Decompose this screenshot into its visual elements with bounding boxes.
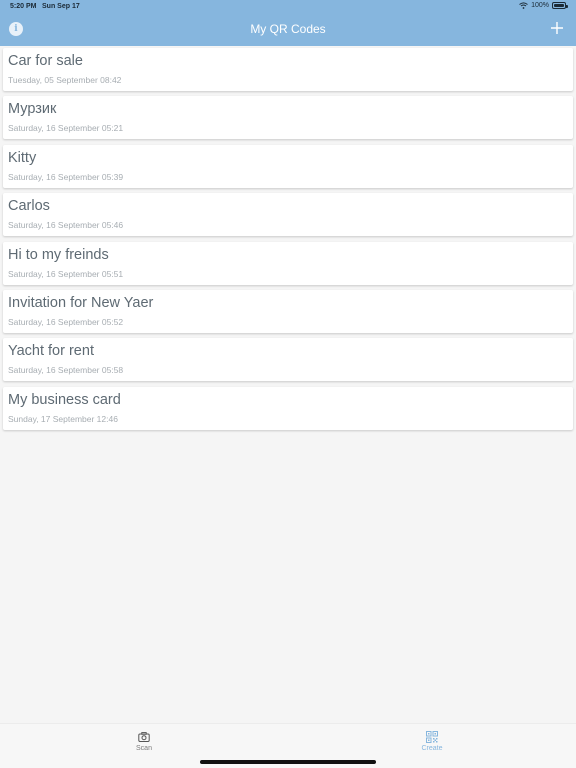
item-date: Saturday, 16 September 05:21 bbox=[8, 123, 124, 134]
item-title: Invitation for New Yaer bbox=[8, 294, 154, 311]
add-button[interactable] bbox=[550, 20, 564, 36]
list-item[interactable]: Мурзик Saturday, 16 September 05:21 bbox=[3, 96, 573, 140]
battery-percent: 100% bbox=[531, 2, 549, 9]
page-title: My QR Codes bbox=[250, 22, 326, 36]
item-title: Мурзик bbox=[8, 101, 57, 118]
status-time: 5:20 PM bbox=[10, 3, 37, 10]
item-date: Saturday, 16 September 05:52 bbox=[8, 316, 124, 327]
status-date: Sun Sep 17 bbox=[42, 3, 80, 10]
list-item[interactable]: Carlos Saturday, 16 September 05:46 bbox=[3, 193, 573, 237]
camera-icon bbox=[138, 732, 150, 742]
item-date: Sunday, 17 September 12:46 bbox=[8, 413, 118, 424]
plus-icon bbox=[551, 22, 563, 34]
home-indicator[interactable] bbox=[200, 760, 376, 764]
item-title: Car for sale bbox=[8, 53, 83, 69]
navigation-header: 5:20 PM Sun Sep 17 100% i My QR Codes bbox=[0, 0, 576, 46]
tab-create-label: Create bbox=[421, 745, 443, 752]
list-item[interactable]: Kitty Saturday, 16 September 05:39 bbox=[3, 144, 573, 188]
item-date: Tuesday, 05 September 08:42 bbox=[8, 75, 122, 85]
list-item[interactable]: Car for sale Tuesday, 05 September 08:42 bbox=[3, 48, 573, 91]
tab-scan[interactable]: Scan bbox=[114, 731, 174, 752]
tab-scan-label: Scan bbox=[136, 745, 152, 752]
item-title: Carlos bbox=[8, 198, 50, 215]
list-item[interactable]: My business card Sunday, 17 September 12… bbox=[3, 386, 573, 430]
item-date: Saturday, 16 September 05:46 bbox=[8, 220, 124, 231]
item-date: Saturday, 16 September 05:39 bbox=[8, 171, 124, 182]
item-title: My business card bbox=[8, 391, 121, 408]
item-title: Yacht for rent bbox=[8, 343, 94, 360]
status-bar: 5:20 PM Sun Sep 17 100% bbox=[0, 0, 576, 14]
qr-code-list: Car for sale Tuesday, 05 September 08:42… bbox=[3, 48, 573, 435]
status-indicators: 100% bbox=[519, 2, 568, 9]
list-item[interactable]: Invitation for New Yaer Saturday, 16 Sep… bbox=[3, 289, 573, 333]
list-item[interactable]: Hi to my freinds Saturday, 16 September … bbox=[3, 241, 573, 285]
list-item[interactable]: Yacht for rent Saturday, 16 September 05… bbox=[3, 338, 573, 382]
item-title: Hi to my freinds bbox=[8, 246, 109, 263]
item-date: Saturday, 16 September 05:51 bbox=[8, 268, 124, 279]
battery-icon bbox=[552, 2, 568, 9]
item-date: Saturday, 16 September 05:58 bbox=[8, 365, 124, 376]
item-title: Kitty bbox=[8, 149, 37, 166]
qr-code-icon bbox=[426, 731, 438, 743]
tab-create[interactable]: Create bbox=[402, 731, 462, 752]
wifi-icon bbox=[519, 2, 528, 9]
